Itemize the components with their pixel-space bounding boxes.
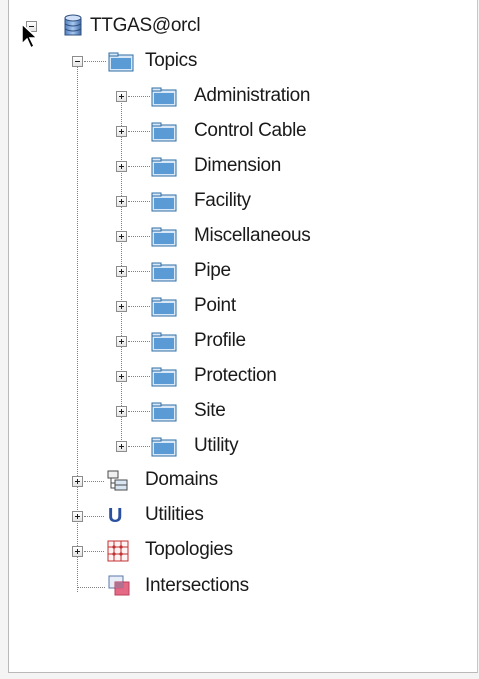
root-label[interactable]: TTGAS@orcl <box>90 15 201 37</box>
topologies-expand-toggle[interactable] <box>72 546 83 557</box>
folder-icon <box>151 262 177 282</box>
topologies-hline <box>84 551 104 552</box>
child-hline <box>128 411 150 412</box>
folder-icon <box>151 157 177 177</box>
topic-label[interactable]: Dimension <box>194 155 281 177</box>
topic-label[interactable]: Site <box>194 400 226 422</box>
topic-label[interactable]: Miscellaneous <box>194 225 311 247</box>
utilities-label[interactable]: Utilities <box>145 504 204 526</box>
folder-icon <box>151 332 177 352</box>
domains-expand-toggle[interactable] <box>72 476 83 487</box>
topics-label[interactable]: Topics <box>145 50 197 72</box>
expand-toggle[interactable] <box>116 196 127 207</box>
expand-toggle[interactable] <box>116 406 127 417</box>
tree-view[interactable]: TTGAS@orcl Topics Administration Control… <box>8 0 478 673</box>
expand-toggle[interactable] <box>116 336 127 347</box>
expand-toggle[interactable] <box>116 91 127 102</box>
child-hline <box>128 341 150 342</box>
child-hline <box>128 201 150 202</box>
mouse-cursor-icon <box>20 22 39 55</box>
topics-hline <box>84 61 106 62</box>
child-hline <box>128 236 150 237</box>
topic-label[interactable]: Profile <box>194 330 246 352</box>
expand-toggle[interactable] <box>116 371 127 382</box>
intersections-label[interactable]: Intersections <box>145 575 249 597</box>
expand-toggle[interactable] <box>116 126 127 137</box>
topic-label[interactable]: Pipe <box>194 260 231 282</box>
expand-toggle[interactable] <box>116 266 127 277</box>
intersections-hline <box>77 587 105 588</box>
child-hline <box>128 131 150 132</box>
expand-toggle[interactable] <box>116 161 127 172</box>
utilities-expand-toggle[interactable] <box>72 511 83 522</box>
child-hline <box>128 166 150 167</box>
child-hline <box>128 306 150 307</box>
topic-label[interactable]: Utility <box>194 435 239 457</box>
domains-hline <box>84 481 104 482</box>
folder-icon <box>151 87 177 107</box>
topologies-label[interactable]: Topologies <box>145 539 233 561</box>
folder-icon <box>151 402 177 422</box>
child-hline <box>128 376 150 377</box>
expand-toggle[interactable] <box>116 301 127 312</box>
topics-collapse-toggle[interactable] <box>72 56 83 67</box>
utilities-icon: U <box>108 505 123 527</box>
expand-toggle[interactable] <box>116 441 127 452</box>
child-hline <box>128 446 150 447</box>
topologies-icon <box>107 540 129 567</box>
intersections-icon <box>107 574 131 603</box>
utilities-hline <box>84 516 104 517</box>
topic-label[interactable]: Control Cable <box>194 120 307 142</box>
child-hline <box>128 96 150 97</box>
topic-label[interactable]: Administration <box>194 85 310 107</box>
topic-label[interactable]: Point <box>194 295 236 317</box>
folder-icon <box>151 227 177 247</box>
database-icon <box>64 14 82 43</box>
domains-label[interactable]: Domains <box>145 469 218 491</box>
topic-label[interactable]: Protection <box>194 365 277 387</box>
folder-icon <box>151 297 177 317</box>
folder-icon <box>151 192 177 212</box>
folder-icon <box>151 367 177 387</box>
folder-icon <box>108 52 134 72</box>
folder-icon <box>151 437 177 457</box>
child-hline <box>128 271 150 272</box>
folder-icon <box>151 122 177 142</box>
topic-label[interactable]: Facility <box>194 190 251 212</box>
domains-icon <box>107 470 129 497</box>
expand-toggle[interactable] <box>116 231 127 242</box>
